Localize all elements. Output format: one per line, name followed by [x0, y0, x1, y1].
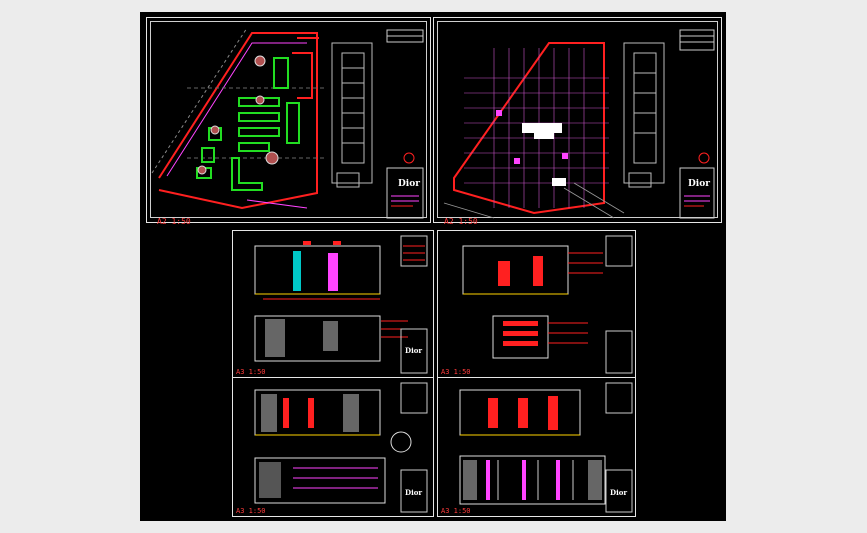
scale-label: A3 1:50 — [236, 368, 266, 376]
elevation-drawing — [462, 235, 633, 374]
brand-logo: Dior — [688, 179, 710, 189]
brand-logo: Dior — [610, 488, 628, 497]
scale-label: A2 1:50 — [157, 217, 191, 226]
scale-label: A3 1:50 — [441, 368, 471, 376]
sheet-elevation-3: Dior A3 1:50 — [232, 377, 434, 517]
elevation-drawing — [254, 382, 428, 513]
floor-plan-drawing — [151, 27, 424, 219]
sheet-elevation-2: A3 1:50 — [437, 230, 636, 378]
sheet-elevation-4: Dior A3 1:50 — [437, 377, 636, 517]
elevation-drawing — [254, 235, 428, 374]
sheet-elevation-1: Dior A3 1:50 — [232, 230, 434, 378]
sheet-floor-plan-furniture: Dior A2 1:50 — [146, 17, 431, 226]
scale-label: A3 1:50 — [441, 507, 471, 515]
scale-label: A3 1:50 — [236, 507, 266, 515]
sheet-ceiling-plan: Dior A2 1:50 — [433, 17, 722, 226]
ceiling-plan-drawing — [443, 29, 715, 219]
brand-logo: Dior — [398, 179, 420, 189]
elevation-drawing — [459, 382, 633, 513]
cad-viewport[interactable]: Dior A2 1:50 Dior A2 1:50 Dior A3 1:50 A… — [140, 12, 726, 521]
brand-logo: Dior — [405, 488, 423, 497]
brand-logo: Dior — [405, 346, 423, 355]
scale-label: A2 1:50 — [444, 217, 478, 226]
